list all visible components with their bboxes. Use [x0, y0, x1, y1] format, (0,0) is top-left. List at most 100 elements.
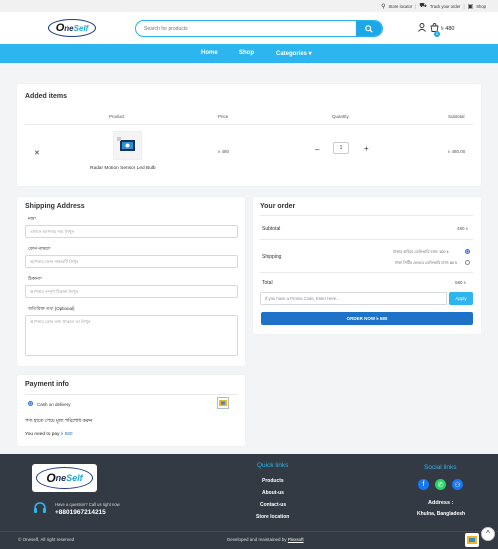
site-logo[interactable]: One Self — [48, 19, 96, 37]
footer-logo: One Self — [36, 467, 93, 489]
footer-link-about[interactable]: About-us — [262, 490, 284, 496]
divider — [260, 239, 473, 240]
search-bar — [135, 20, 383, 37]
remove-item-button[interactable]: ✕ — [34, 149, 40, 157]
subtotal-value: 480 ৳ — [457, 226, 468, 231]
total-label: Total — [262, 280, 273, 286]
separator: | — [463, 3, 465, 9]
product-price: ৳ 480 — [218, 149, 229, 154]
scroll-to-top-button[interactable]: ^ — [481, 527, 495, 541]
nav-shop[interactable]: Shop — [239, 50, 254, 56]
pay-text-label: You need to pay — [25, 432, 60, 437]
bag-icon: ▣ — [467, 3, 474, 10]
footer-logo-box[interactable]: One Self — [32, 464, 97, 492]
phone-label: ফোন নাম্বার* — [28, 246, 51, 251]
search-input[interactable] — [136, 21, 358, 36]
cash-badge-icon — [465, 533, 479, 547]
credit-prefix: Developed and maintained by — [227, 537, 287, 542]
total-value: 580 ৳ — [455, 280, 466, 285]
quick-links-title: Quick links — [257, 462, 289, 469]
col-quantity: Quantity — [332, 114, 349, 119]
cart-total[interactable]: ৳ 480 — [441, 26, 454, 34]
ship-option-inside[interactable]: ঢাকা সিটির ভেতরে ডেলিভারি চার্জ: 60 ৳ — [395, 260, 457, 267]
search-button[interactable] — [356, 21, 382, 36]
store-locator-link[interactable]: Store locator — [388, 4, 412, 9]
col-product: Product — [109, 114, 125, 119]
note-textarea[interactable]: আপনার কোন তথ্য থাকলে তা লিখুন — [25, 315, 238, 356]
cart-count-badge: 0 — [434, 31, 440, 37]
ship-option-inside-radio[interactable] — [465, 260, 470, 265]
credit-link[interactable]: Flexsoft — [288, 537, 304, 542]
note-label: অতিরিক্ত তথ্য (Optional) — [28, 306, 75, 311]
footer-link-contact[interactable]: Contact-us — [260, 502, 286, 508]
address-title: Address : — [428, 500, 454, 506]
footer-logo-self: Self — [66, 473, 83, 483]
qty-increase-button[interactable]: + — [364, 144, 369, 153]
truck-icon: ⛟ — [419, 3, 427, 9]
led-bulb-icon — [117, 137, 135, 151]
col-price: Price — [218, 114, 229, 119]
nav-home[interactable]: Home — [201, 50, 218, 56]
pay-amount: ৳ 580 — [60, 432, 73, 437]
address-label: ঠিকানা* — [28, 276, 42, 281]
divider — [25, 394, 238, 395]
shipping-label: Shipping — [262, 254, 282, 260]
footer-link-store-location[interactable]: Store location — [256, 514, 289, 520]
payment-note: পণ্য হাতে পেয়ে মূল্য পরিশোধ করুন — [25, 419, 93, 424]
cod-radio[interactable] — [28, 401, 33, 406]
top-bar: ⚲ Store locator | ⛟ Track your order | ▣… — [0, 0, 498, 12]
location-pin-icon: ⚲ — [381, 3, 386, 10]
product-image[interactable] — [113, 131, 142, 160]
ship-option-outside-radio[interactable] — [465, 249, 470, 254]
whatsapp-icon[interactable]: ✆ — [435, 479, 446, 490]
logo-text-self: Self — [73, 23, 89, 33]
logo-letter-o: O — [55, 22, 65, 34]
bottom-bar: © Oneself, All right reserved Developed … — [0, 527, 498, 549]
qty-input[interactable]: 1 — [333, 142, 349, 154]
footer-logo-letter: O — [46, 471, 56, 485]
name-field[interactable]: এখানে আপনার নাম লিখুন — [25, 225, 238, 238]
product-name[interactable]: Radar Motion Sensor Led Bulb — [90, 166, 156, 171]
footer-link-products[interactable]: Products — [262, 478, 284, 484]
top-links: ⚲ Store locator | ⛟ Track your order | ▣… — [381, 2, 486, 10]
col-subtotal: Subtotal — [448, 114, 465, 119]
divider — [25, 124, 473, 125]
footer-question: Have a question? Call us right now — [55, 502, 120, 507]
logo-text-ne: ne — [64, 23, 74, 33]
payment-card: Payment info Cash on delivery পণ্য হাতে … — [17, 375, 245, 446]
divider — [260, 215, 473, 216]
shipping-title: Shipping Address — [25, 203, 85, 210]
social-links-title: Social links — [424, 464, 457, 471]
main-nav: Home Shop Categories ▾ — [0, 44, 498, 63]
ship-option-outside[interactable]: ঢাকার বাহিরে ডেলিভারি চার্জ: 100 ৳ — [393, 249, 448, 256]
search-icon — [365, 24, 373, 33]
apply-promo-button[interactable]: Apply — [449, 292, 473, 305]
order-title: Your order — [260, 203, 296, 210]
item-subtotal: ৳ 480.00 — [448, 149, 466, 154]
copyright: © Oneself, All right reserved — [18, 537, 75, 542]
footer-phone[interactable]: +8801967214215 — [55, 509, 106, 516]
phone-field[interactable]: আপনার ফোন নাম্বারটি লিখুন — [25, 255, 238, 268]
track-order-link[interactable]: Track your order — [430, 4, 461, 9]
facebook-icon[interactable]: f — [418, 479, 429, 490]
qty-decrease-button[interactable]: – — [315, 145, 319, 154]
promo-input[interactable]: If you have a Promo Code, Enter Here... — [260, 292, 447, 305]
shop-link[interactable]: Shop — [476, 4, 486, 9]
name-label: নাম* — [28, 216, 37, 221]
cod-label[interactable]: Cash on delivery — [37, 402, 71, 407]
pay-text: You need to pay ৳ 580 — [25, 431, 73, 439]
order-now-button[interactable]: ORDER NOW ৳ 580 — [261, 312, 473, 325]
group-icon[interactable]: ⚇ — [452, 479, 463, 490]
nav-categories[interactable]: Categories ▾ — [276, 50, 312, 57]
divider — [260, 272, 473, 273]
shipping-card: Shipping Address নাম* এখানে আপনার নাম লি… — [17, 197, 245, 366]
address-field[interactable]: আপনার সম্পূর্ণ ঠিকানা লিখুন — [25, 285, 238, 298]
user-icon[interactable] — [418, 23, 426, 34]
footer-logo-ne: ne — [55, 473, 67, 483]
address-text: Khulna, Bangladesh — [417, 511, 466, 517]
cart-card: Added items Product Price Quantity Subto… — [17, 84, 481, 186]
subtotal-label: Subtotal — [262, 226, 281, 232]
separator: | — [415, 3, 417, 9]
cart-title: Added items — [25, 93, 68, 100]
credit: Developed and maintained by Flexsoft — [227, 537, 304, 542]
